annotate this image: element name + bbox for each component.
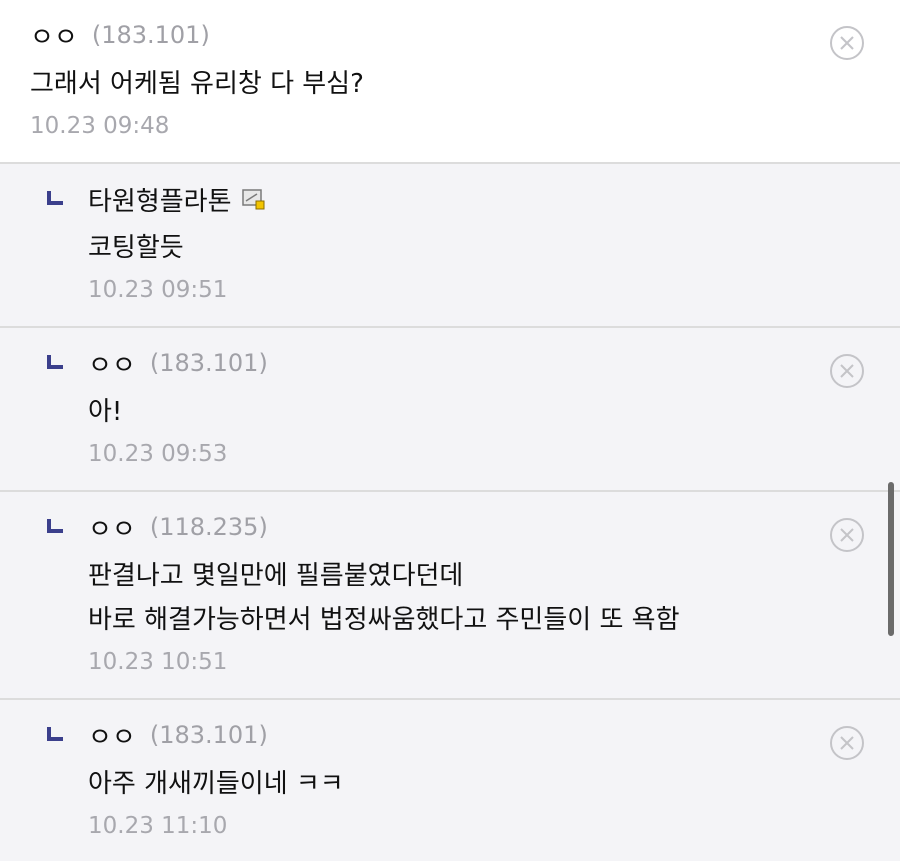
- comment-timestamp: 10.23 10:51: [88, 649, 228, 675]
- comment-author-row: ㅇㅇ (118.235): [88, 509, 268, 546]
- reply-item: ㅇㅇ (118.235) 판결나고 몇일만에 필름붙였다던데 바로 해결가능하면…: [0, 492, 900, 700]
- delete-comment-button[interactable]: [829, 25, 865, 61]
- close-circle-icon: [830, 354, 864, 388]
- comment-body: 아!: [88, 390, 122, 434]
- comment-body: 그래서 어케됨 유리창 다 부심?: [30, 62, 364, 106]
- comment-body-line: 아주 개새끼들이네 ㅋㅋ: [88, 769, 344, 799]
- close-circle-icon: [830, 26, 864, 60]
- vertical-scrollbar[interactable]: [888, 482, 894, 636]
- comment-body: 판결나고 몇일만에 필름붙였다던데 바로 해결가능하면서 법정싸움했다고 주민들…: [88, 554, 679, 642]
- reply-item: ㅇㅇ (183.101) 아! 10.23 09:53: [0, 328, 900, 492]
- comment-body-line: 코팅할듯: [88, 233, 184, 263]
- comment-author-name[interactable]: ㅇㅇ: [88, 345, 136, 382]
- comment-item: ㅇㅇ (183.101) 그래서 어케됨 유리창 다 부심? 10.23 09:…: [0, 0, 900, 164]
- comment-timestamp: 10.23 09:53: [88, 441, 228, 467]
- comment-timestamp: 10.23 11:10: [88, 813, 228, 839]
- comment-author-ip: (118.235): [149, 513, 268, 541]
- comment-author-name[interactable]: ㅇㅇ: [88, 717, 136, 754]
- comment-author-row: 타원형플라톤: [88, 181, 266, 218]
- comment-author-ip: (183.101): [149, 721, 268, 749]
- comment-body-line: 바로 해결가능하면서 법정싸움했다고 주민들이 또 욕함: [88, 605, 680, 635]
- comment-author-name[interactable]: ㅇㅇ: [30, 17, 78, 54]
- comment-body: 아주 개새끼들이네 ㅋㅋ: [88, 762, 344, 806]
- comment-body-line: 판결나고 몇일만에 필름붙였다던데: [88, 561, 464, 591]
- reply-item: 타원형플라톤 코팅할듯 10.23 09:51: [0, 164, 900, 328]
- close-circle-icon: [830, 518, 864, 552]
- close-circle-icon: [830, 726, 864, 760]
- comment-body: 코팅할듯: [88, 226, 184, 270]
- comment-author-name[interactable]: ㅇㅇ: [88, 509, 136, 546]
- comment-body-line: 아!: [88, 397, 123, 427]
- comment-author-row: ㅇㅇ (183.101): [88, 717, 268, 754]
- delete-comment-button[interactable]: [829, 517, 865, 553]
- delete-comment-button[interactable]: [829, 353, 865, 389]
- comment-list: ㅇㅇ (183.101) 그래서 어케됨 유리창 다 부심? 10.23 09:…: [0, 0, 900, 861]
- reply-corner-icon: [47, 519, 63, 533]
- comment-timestamp: 10.23 09:51: [88, 277, 228, 303]
- comment-author-row: ㅇㅇ (183.101): [30, 17, 210, 54]
- comment-body-line: 그래서 어케됨 유리창 다 부심?: [30, 69, 364, 99]
- reply-corner-icon: [47, 191, 63, 205]
- comment-author-row: ㅇㅇ (183.101): [88, 345, 268, 382]
- reply-corner-icon: [47, 727, 63, 741]
- comment-timestamp: 10.23 09:48: [30, 113, 170, 139]
- comment-author-ip: (183.101): [91, 21, 210, 49]
- comment-author-name[interactable]: 타원형플라톤: [88, 181, 232, 218]
- reply-corner-icon: [47, 355, 63, 369]
- reply-item: ㅇㅇ (183.101) 아주 개새끼들이네 ㅋㅋ 10.23 11:10: [0, 700, 900, 861]
- gallery-member-icon: [241, 188, 266, 210]
- delete-comment-button[interactable]: [829, 725, 865, 761]
- comment-author-ip: (183.101): [149, 349, 268, 377]
